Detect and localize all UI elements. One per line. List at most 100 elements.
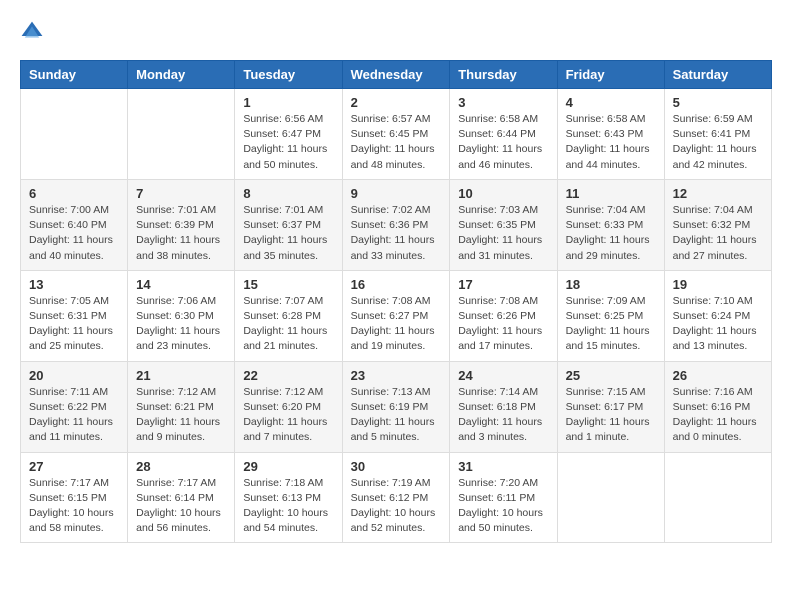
calendar-cell: 26 Sunrise: 7:16 AM Sunset: 6:16 PM Dayli… (664, 361, 771, 452)
day-info: Sunrise: 7:17 AM Sunset: 6:14 PM Dayligh… (136, 476, 226, 537)
day-number: 6 (29, 186, 119, 201)
calendar-cell: 14 Sunrise: 7:06 AM Sunset: 6:30 PM Dayli… (128, 270, 235, 361)
day-info: Sunrise: 7:03 AM Sunset: 6:35 PM Dayligh… (458, 203, 548, 264)
day-info: Sunrise: 7:02 AM Sunset: 6:36 PM Dayligh… (351, 203, 442, 264)
calendar-table: SundayMondayTuesdayWednesdayThursdayFrid… (20, 60, 772, 543)
calendar-cell (21, 89, 128, 180)
day-number: 7 (136, 186, 226, 201)
calendar-cell: 20Sunrise: 7:11 AM Sunset: 6:22 PM Dayli… (21, 361, 128, 452)
calendar-cell: 31 Sunrise: 7:20 AM Sunset: 6:11 PM Dayli… (450, 452, 557, 543)
calendar-header-row: SundayMondayTuesdayWednesdayThursdayFrid… (21, 61, 772, 89)
day-info: Sunrise: 7:15 AM Sunset: 6:17 PM Dayligh… (566, 385, 656, 446)
calendar-cell: 23 Sunrise: 7:13 AM Sunset: 6:19 PM Dayli… (342, 361, 450, 452)
day-number: 9 (351, 186, 442, 201)
calendar-cell: 27 Sunrise: 7:17 AM Sunset: 6:15 PM Dayli… (21, 452, 128, 543)
calendar-week-row: 13 Sunrise: 7:05 AM Sunset: 6:31 PM Dayli… (21, 270, 772, 361)
day-number: 26 (673, 368, 763, 383)
day-info: Sunrise: 7:09 AM Sunset: 6:25 PM Dayligh… (566, 294, 656, 355)
calendar-cell (557, 452, 664, 543)
calendar-cell: 1Sunrise: 6:56 AM Sunset: 6:47 PM Daylig… (235, 89, 342, 180)
calendar-cell: 9 Sunrise: 7:02 AM Sunset: 6:36 PM Daylig… (342, 179, 450, 270)
day-info: Sunrise: 7:08 AM Sunset: 6:26 PM Dayligh… (458, 294, 548, 355)
calendar-cell: 5 Sunrise: 6:59 AM Sunset: 6:41 PM Daylig… (664, 89, 771, 180)
calendar-cell: 8Sunrise: 7:01 AM Sunset: 6:37 PM Daylig… (235, 179, 342, 270)
day-info: Sunrise: 7:20 AM Sunset: 6:11 PM Dayligh… (458, 476, 548, 537)
calendar-week-row: 1Sunrise: 6:56 AM Sunset: 6:47 PM Daylig… (21, 89, 772, 180)
day-number: 5 (673, 95, 763, 110)
day-info: Sunrise: 7:13 AM Sunset: 6:19 PM Dayligh… (351, 385, 442, 446)
day-number: 8 (243, 186, 333, 201)
calendar-cell (664, 452, 771, 543)
day-info: Sunrise: 7:00 AM Sunset: 6:40 PM Dayligh… (29, 203, 119, 264)
day-info: Sunrise: 7:18 AM Sunset: 6:13 PM Dayligh… (243, 476, 333, 537)
day-number: 22 (243, 368, 333, 383)
day-number: 29 (243, 459, 333, 474)
calendar-cell: 22 Sunrise: 7:12 AM Sunset: 6:20 PM Dayli… (235, 361, 342, 452)
day-info: Sunrise: 7:04 AM Sunset: 6:33 PM Dayligh… (566, 203, 656, 264)
calendar-cell: 21 Sunrise: 7:12 AM Sunset: 6:21 PM Dayli… (128, 361, 235, 452)
day-info: Sunrise: 7:01 AM Sunset: 6:39 PM Dayligh… (136, 203, 226, 264)
day-of-week-header: Thursday (450, 61, 557, 89)
calendar-cell: 28 Sunrise: 7:17 AM Sunset: 6:14 PM Dayli… (128, 452, 235, 543)
calendar-cell: 10 Sunrise: 7:03 AM Sunset: 6:35 PM Dayli… (450, 179, 557, 270)
calendar-cell: 7 Sunrise: 7:01 AM Sunset: 6:39 PM Daylig… (128, 179, 235, 270)
day-of-week-header: Sunday (21, 61, 128, 89)
calendar-cell: 2Sunrise: 6:57 AM Sunset: 6:45 PM Daylig… (342, 89, 450, 180)
day-info: Sunrise: 6:57 AM Sunset: 6:45 PM Dayligh… (351, 112, 442, 173)
calendar-week-row: 6 Sunrise: 7:00 AM Sunset: 6:40 PM Daylig… (21, 179, 772, 270)
day-info: Sunrise: 7:04 AM Sunset: 6:32 PM Dayligh… (673, 203, 763, 264)
day-info: Sunrise: 7:07 AM Sunset: 6:28 PM Dayligh… (243, 294, 333, 355)
day-info: Sunrise: 7:14 AM Sunset: 6:18 PM Dayligh… (458, 385, 548, 446)
day-info: Sunrise: 7:10 AM Sunset: 6:24 PM Dayligh… (673, 294, 763, 355)
page-header (20, 20, 772, 44)
calendar-cell: 24 Sunrise: 7:14 AM Sunset: 6:18 PM Dayli… (450, 361, 557, 452)
day-info: Sunrise: 6:58 AM Sunset: 6:44 PM Dayligh… (458, 112, 548, 173)
day-info: Sunrise: 6:58 AM Sunset: 6:43 PM Dayligh… (566, 112, 656, 173)
calendar-cell (128, 89, 235, 180)
calendar-cell: 6 Sunrise: 7:00 AM Sunset: 6:40 PM Daylig… (21, 179, 128, 270)
day-number: 15 (243, 277, 333, 292)
day-number: 28 (136, 459, 226, 474)
day-of-week-header: Tuesday (235, 61, 342, 89)
day-info: Sunrise: 7:05 AM Sunset: 6:31 PM Dayligh… (29, 294, 119, 355)
logo-icon (20, 20, 44, 44)
day-info: Sunrise: 7:12 AM Sunset: 6:20 PM Dayligh… (243, 385, 333, 446)
day-number: 23 (351, 368, 442, 383)
day-info: Sunrise: 7:06 AM Sunset: 6:30 PM Dayligh… (136, 294, 226, 355)
day-number: 4 (566, 95, 656, 110)
day-of-week-header: Wednesday (342, 61, 450, 89)
day-number: 12 (673, 186, 763, 201)
day-number: 18 (566, 277, 656, 292)
calendar-cell: 30Sunrise: 7:19 AM Sunset: 6:12 PM Dayli… (342, 452, 450, 543)
day-of-week-header: Monday (128, 61, 235, 89)
day-number: 24 (458, 368, 548, 383)
calendar-week-row: 27 Sunrise: 7:17 AM Sunset: 6:15 PM Dayli… (21, 452, 772, 543)
day-number: 14 (136, 277, 226, 292)
calendar-cell: 3Sunrise: 6:58 AM Sunset: 6:44 PM Daylig… (450, 89, 557, 180)
day-number: 31 (458, 459, 548, 474)
calendar-cell: 19 Sunrise: 7:10 AM Sunset: 6:24 PM Dayli… (664, 270, 771, 361)
day-number: 27 (29, 459, 119, 474)
day-number: 21 (136, 368, 226, 383)
calendar-week-row: 20Sunrise: 7:11 AM Sunset: 6:22 PM Dayli… (21, 361, 772, 452)
day-number: 25 (566, 368, 656, 383)
day-info: Sunrise: 7:16 AM Sunset: 6:16 PM Dayligh… (673, 385, 763, 446)
calendar-cell: 4 Sunrise: 6:58 AM Sunset: 6:43 PM Daylig… (557, 89, 664, 180)
day-info: Sunrise: 7:17 AM Sunset: 6:15 PM Dayligh… (29, 476, 119, 537)
day-number: 19 (673, 277, 763, 292)
day-info: Sunrise: 7:08 AM Sunset: 6:27 PM Dayligh… (351, 294, 442, 355)
day-info: Sunrise: 7:11 AM Sunset: 6:22 PM Dayligh… (29, 385, 119, 446)
calendar-cell: 11 Sunrise: 7:04 AM Sunset: 6:33 PM Dayli… (557, 179, 664, 270)
calendar-cell: 12 Sunrise: 7:04 AM Sunset: 6:32 PM Dayli… (664, 179, 771, 270)
day-info: Sunrise: 7:19 AM Sunset: 6:12 PM Dayligh… (351, 476, 442, 537)
day-number: 10 (458, 186, 548, 201)
logo (20, 20, 52, 44)
calendar-cell: 29 Sunrise: 7:18 AM Sunset: 6:13 PM Dayli… (235, 452, 342, 543)
day-number: 1 (243, 95, 333, 110)
day-number: 13 (29, 277, 119, 292)
day-info: Sunrise: 6:59 AM Sunset: 6:41 PM Dayligh… (673, 112, 763, 173)
day-info: Sunrise: 7:12 AM Sunset: 6:21 PM Dayligh… (136, 385, 226, 446)
calendar-cell: 17Sunrise: 7:08 AM Sunset: 6:26 PM Dayli… (450, 270, 557, 361)
calendar-cell: 18 Sunrise: 7:09 AM Sunset: 6:25 PM Dayli… (557, 270, 664, 361)
day-number: 11 (566, 186, 656, 201)
